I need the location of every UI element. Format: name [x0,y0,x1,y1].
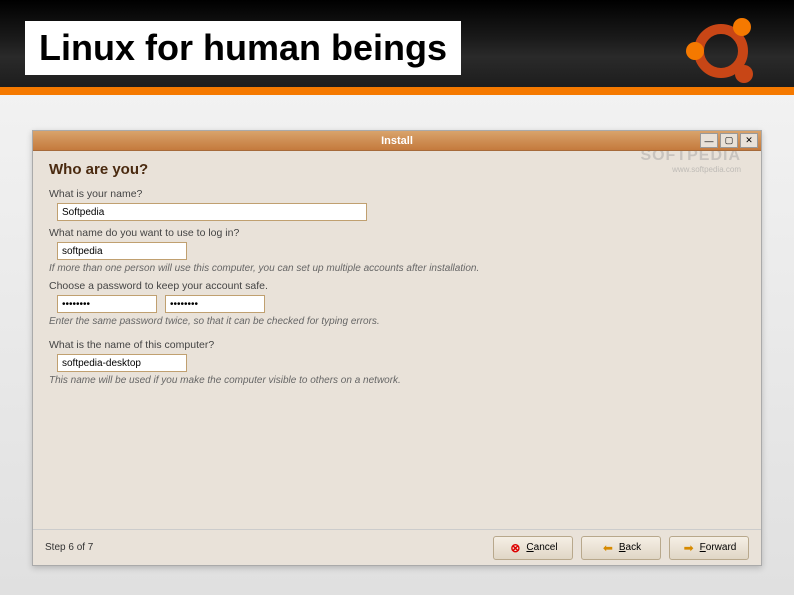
arrow-left-icon: ⬅ [601,541,615,555]
slide-header: Linux for human beings [0,0,794,95]
window-title: Install [33,135,761,147]
ubuntu-logo [684,14,759,89]
cancel-icon: ⊗ [508,541,522,555]
maximize-button[interactable]: ▢ [720,133,738,148]
arrow-right-icon: ➡ [682,541,696,555]
password-label: Choose a password to keep your account s… [49,280,745,292]
computer-label: What is the name of this computer? [49,339,745,351]
cancel-label: ancel [534,542,558,553]
name-input[interactable] [57,203,367,221]
window-controls: — ▢ ✕ [700,133,758,148]
password-hint: Enter the same password twice, so that i… [49,316,745,327]
password-input[interactable] [57,295,157,313]
minimize-button[interactable]: — [700,133,718,148]
wizard-footer: Step 6 of 7 ⊗ Cancel ⬅ Back ➡ Forward [33,529,761,565]
install-window: Install — ▢ ✕ SOFTPEDIA www.softpedia.co… [32,130,762,566]
computer-hint: This name will be used if you make the c… [49,375,745,386]
step-indicator: Step 6 of 7 [45,542,485,553]
forward-label: orward [706,542,737,553]
password-confirm-input[interactable] [165,295,265,313]
login-label: What name do you want to use to log in? [49,227,745,239]
login-input[interactable] [57,242,187,260]
accent-bar [0,87,794,95]
name-label: What is your name? [49,188,745,200]
cancel-button[interactable]: ⊗ Cancel [493,536,573,560]
back-button[interactable]: ⬅ Back [581,536,661,560]
titlebar[interactable]: Install — ▢ ✕ [33,131,761,151]
close-button[interactable]: ✕ [740,133,758,148]
window-body: SOFTPEDIA www.softpedia.com Who are you?… [33,151,761,529]
forward-button[interactable]: ➡ Forward [669,536,749,560]
back-label: ack [626,542,642,553]
computer-name-input[interactable] [57,354,187,372]
login-hint: If more than one person will use this co… [49,263,745,274]
slide-title: Linux for human beings [25,21,461,75]
watermark: SOFTPEDIA www.softpedia.com [640,151,741,174]
